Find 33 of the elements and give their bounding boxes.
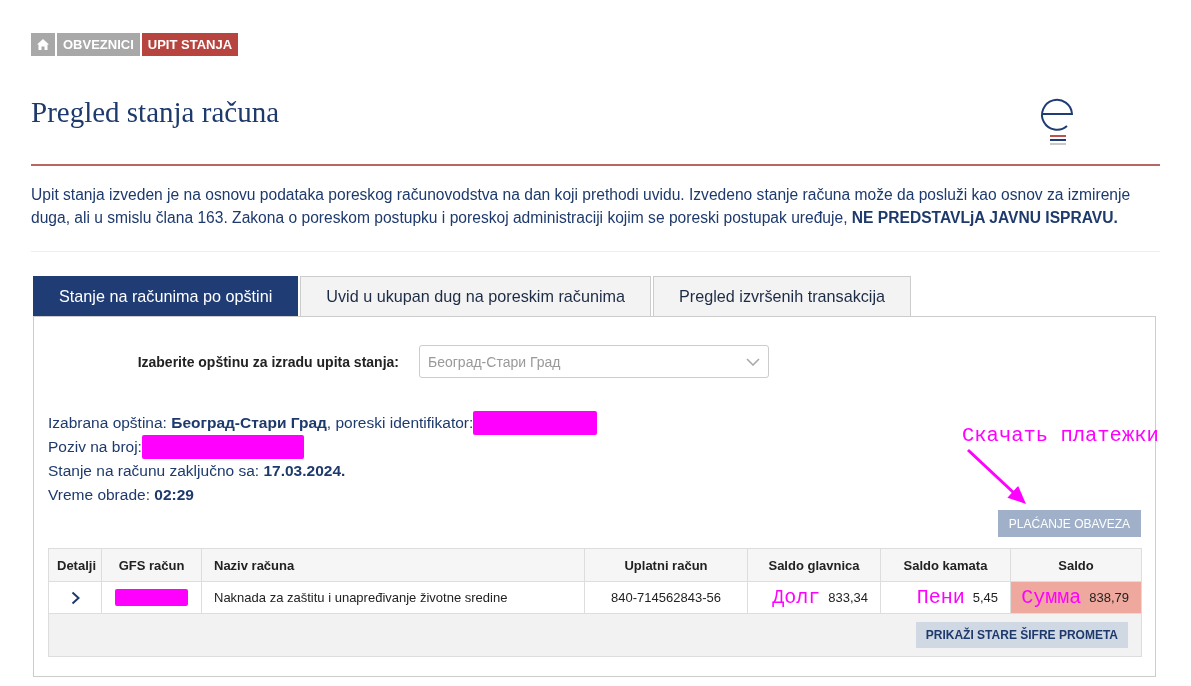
column-header: Saldo glavnica [747, 548, 881, 582]
table-cell: Naknada za zaštitu i unapređivanje životne sredine [201, 581, 585, 614]
tab[interactable]: Pregled izvršenih transakcija [653, 276, 912, 316]
column-header: Saldo [1010, 548, 1142, 582]
column-header: Saldo kamata [880, 548, 1011, 582]
chevron-right-icon[interactable] [70, 590, 80, 605]
column-header: GFS račun [101, 548, 202, 582]
annotation-note: Сумма [1021, 586, 1082, 609]
column-header: Uplatni račun [584, 548, 748, 582]
amount-text: 838,79 [1089, 590, 1129, 605]
chevron-down-icon [746, 357, 760, 366]
annotation-note: Пени [916, 586, 965, 609]
column-header: Naziv računa [201, 548, 585, 582]
show-old-codes-button[interactable]: PRIKAŽI STARE ŠIFRE PROMETA [915, 622, 1128, 648]
info-text: Izabrana opština: Београд-Стари Град, poreski identifikator: [48, 413, 474, 433]
notice-text: Upit stanja izveden je na osnovu podataka poreskog računovodstva na dan koji prethodi uvidu. Izvedeno stanje računa može da posluži kao osnov za izmirenje duga, ali u smislu člana 163. Zakona o poreskom postupku i poreskoj administraciji kojim se poreski postupak uređuje, NE PREDSTAVLjA JAVNU ISPRAVU. [31, 183, 1160, 252]
page-title: Pregled stanja računa [31, 95, 279, 129]
annotation-arrow [966, 448, 1027, 505]
annotation-text: Скачать платежки [962, 424, 1159, 448]
info-text: Vreme obrade: 02:29 [48, 485, 194, 505]
e-letter-logo [1039, 97, 1075, 145]
info-text: Stanje na računu zaključno sa: 17.03.2024. [48, 461, 346, 481]
info-text: Poziv na broj: [48, 437, 142, 457]
annotation-note: Долг [772, 586, 821, 609]
column-header: Detalji [48, 548, 102, 582]
table-cell: 840-714562843-56 [584, 581, 748, 614]
breadcrumb-link[interactable]: UPIT STANJA [141, 33, 239, 56]
tab[interactable]: Stanje na računima po opštini [33, 276, 299, 316]
amount-text: 833,34 [828, 590, 868, 605]
amount-text: 5,45 [972, 590, 998, 605]
home-icon [37, 39, 49, 50]
tab[interactable]: Uvid u ukupan dug na poreskim računima [300, 276, 651, 316]
select-label: Izaberite opštinu za izradu upita stanja: [136, 353, 399, 370]
